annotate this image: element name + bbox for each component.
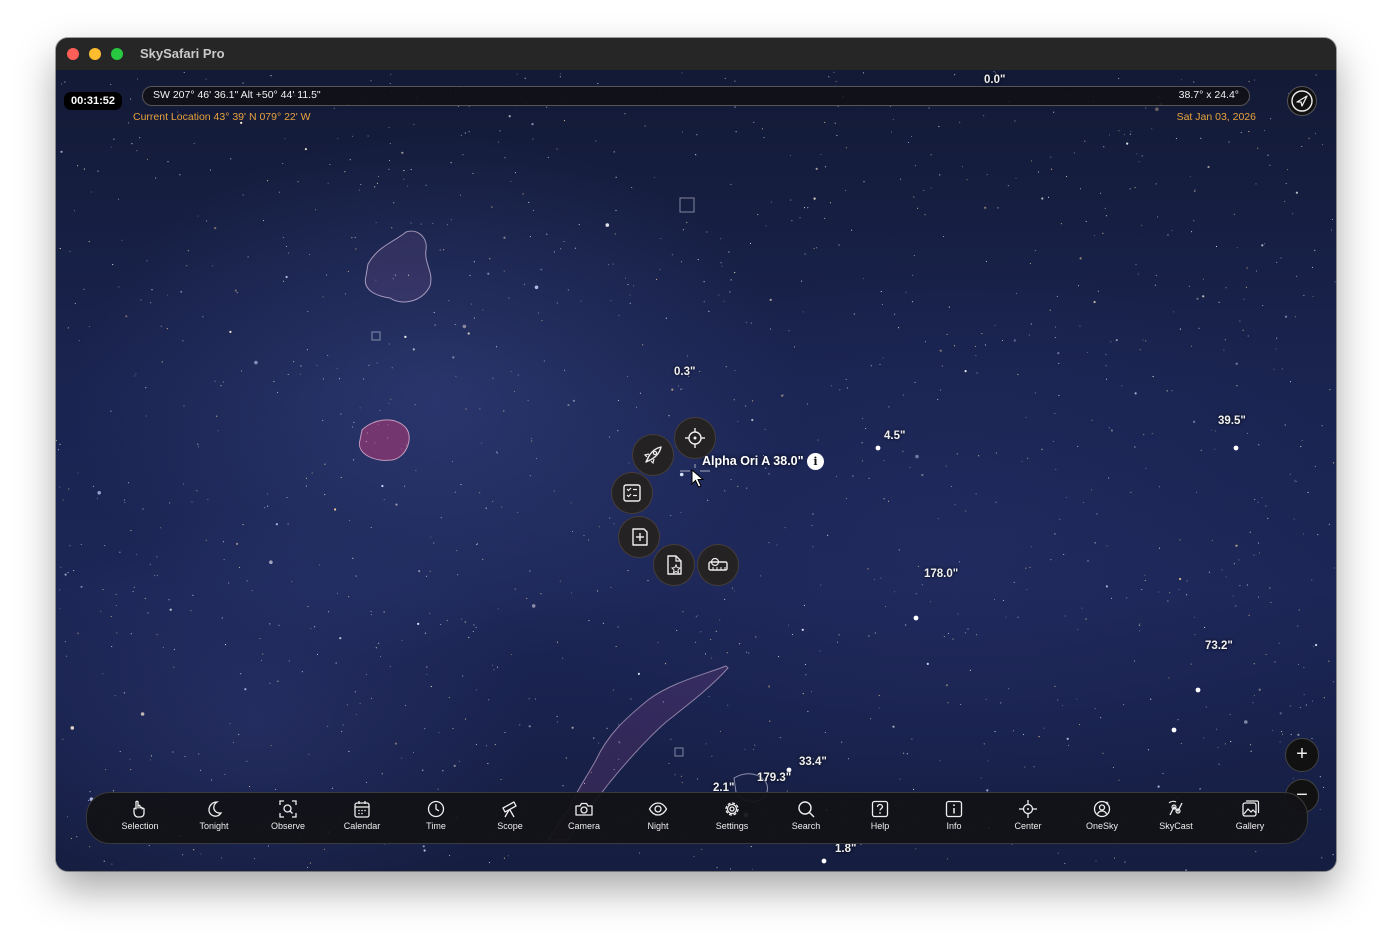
object-info-button[interactable]: i (807, 453, 824, 470)
toolbar-label: Night (647, 821, 669, 831)
toolbar-label: Gallery (1235, 821, 1265, 831)
crosshair-icon (1019, 800, 1037, 818)
sky-label[interactable]: 4.5" (884, 430, 905, 442)
toolbar-onesky[interactable]: OneSky (1065, 799, 1139, 839)
search-icon (798, 801, 815, 818)
toolbar-label: Scope (497, 821, 523, 831)
toolbar-scope[interactable]: Scope (473, 799, 547, 839)
toolbar-settings[interactable]: Settings (695, 799, 769, 839)
hand-pointer-icon (133, 800, 145, 818)
sky-label[interactable]: 1.8" (835, 843, 856, 855)
observe-scan-icon (279, 800, 297, 818)
toolbar-label: Calendar (343, 821, 381, 831)
toolbar-help[interactable]: Help (843, 799, 917, 839)
ruler-icon (708, 557, 728, 571)
deep-sky-marker-1 (679, 197, 695, 213)
toolbar-label: OneSky (1085, 821, 1118, 831)
sky-label[interactable]: 39.5" (1218, 415, 1246, 427)
toolbar-label: Selection (121, 821, 159, 831)
current-location[interactable]: Current Location 43° 39' N 079° 22' W (133, 111, 311, 123)
minimize-window-button[interactable] (89, 48, 101, 60)
toolbar-skycast[interactable]: SkyCast (1139, 799, 1213, 839)
selected-object-label[interactable]: Alpha Ori A 38.0" (702, 454, 804, 468)
nebula-outline-1 (364, 230, 432, 303)
camera-icon (575, 802, 593, 816)
app-window: SkySafari Pro 00:31:52 SW 207° 46' 36.1"… (56, 38, 1336, 871)
toolbar-camera[interactable]: Camera (547, 799, 621, 839)
toolbar-info[interactable]: Info (917, 799, 991, 839)
toolbar-night[interactable]: Night (621, 799, 695, 839)
zoom-window-button[interactable] (111, 48, 123, 60)
onesky-icon (1093, 800, 1111, 818)
toolbar-gallery[interactable]: Gallery (1213, 799, 1287, 839)
coordinate-readout: SW 207° 46' 36.1" Alt +50° 44' 11.5" (153, 89, 321, 101)
bottom-toolbar: Selection Tonight Observe Calendar Time … (86, 792, 1308, 844)
toolbar-label: Tonight (199, 821, 229, 831)
toolbar-time[interactable]: Time (399, 799, 473, 839)
toolbar-label: Help (870, 821, 890, 831)
deep-sky-marker-3 (674, 747, 684, 757)
toolbar-search[interactable]: Search (769, 799, 843, 839)
toolbar-label: Time (426, 821, 446, 831)
eye-icon (648, 802, 668, 816)
title-bar: SkySafari Pro (56, 38, 1336, 71)
sky-chart[interactable]: 00:31:52 SW 207° 46' 36.1" Alt +50° 44' … (56, 70, 1336, 871)
toolbar-label: Center (1014, 821, 1042, 831)
toolbar-calendar[interactable]: Calendar (325, 799, 399, 839)
zoom-in-button[interactable]: + (1285, 738, 1319, 772)
toolbar-label: Camera (567, 821, 600, 831)
window-title: SkySafari Pro (140, 46, 225, 61)
toolbar-label: Search (791, 821, 821, 831)
star-document-icon (667, 555, 682, 575)
mouse-pointer-icon (691, 469, 705, 488)
coordinate-bar: SW 207° 46' 36.1" Alt +50° 44' 11.5" 38.… (142, 86, 1250, 106)
orientation-button[interactable] (1287, 86, 1317, 116)
toolbar-tonight[interactable]: Tonight (177, 799, 251, 839)
center-target-button[interactable] (674, 417, 716, 459)
sky-label[interactable]: 179.3" (757, 772, 791, 784)
moon-icon (208, 801, 223, 817)
sky-label[interactable]: 0.0" (984, 74, 1005, 86)
add-to-list-button[interactable] (618, 516, 660, 558)
navigation-arrow-icon (1291, 90, 1313, 112)
sky-label[interactable]: 73.2" (1205, 640, 1233, 652)
goto-rocket-button[interactable] (632, 434, 674, 476)
toolbar-observe[interactable]: Observe (251, 799, 325, 839)
field-of-view-readout: 38.7° x 24.4° (1178, 89, 1239, 101)
telescope-icon (502, 801, 517, 818)
calendar-icon (354, 801, 370, 818)
toolbar-label: Settings (715, 821, 749, 831)
help-icon (871, 800, 889, 818)
favorite-document-button[interactable] (653, 544, 695, 586)
info-icon (945, 800, 963, 818)
gear-icon (725, 802, 739, 816)
crosshair-icon (685, 428, 705, 448)
gallery-icon (1242, 800, 1260, 817)
skycast-icon (1168, 800, 1183, 816)
toolbar-label: Info (946, 821, 962, 831)
toolbar-selection[interactable]: Selection (103, 799, 177, 839)
sky-label[interactable]: 178.0" (924, 568, 958, 580)
observing-list-button[interactable] (611, 472, 653, 514)
checklist-icon (623, 484, 641, 502)
elapsed-clock: 00:31:52 (64, 92, 123, 110)
nebula-outline-2 (358, 419, 410, 461)
sky-label[interactable]: 33.4" (799, 756, 827, 768)
deep-sky-marker-2 (371, 331, 381, 341)
toolbar-label: SkyCast (1159, 821, 1193, 831)
toolbar-center[interactable]: Center (991, 799, 1065, 839)
measure-button[interactable] (697, 544, 739, 586)
rocket-icon (643, 446, 662, 465)
current-date[interactable]: Sat Jan 03, 2026 (1177, 111, 1256, 123)
add-note-icon (632, 528, 648, 546)
clock-icon (427, 800, 445, 818)
toolbar-label: Observe (270, 821, 305, 831)
sky-label[interactable]: 0.3" (674, 366, 695, 378)
close-window-button[interactable] (67, 48, 79, 60)
